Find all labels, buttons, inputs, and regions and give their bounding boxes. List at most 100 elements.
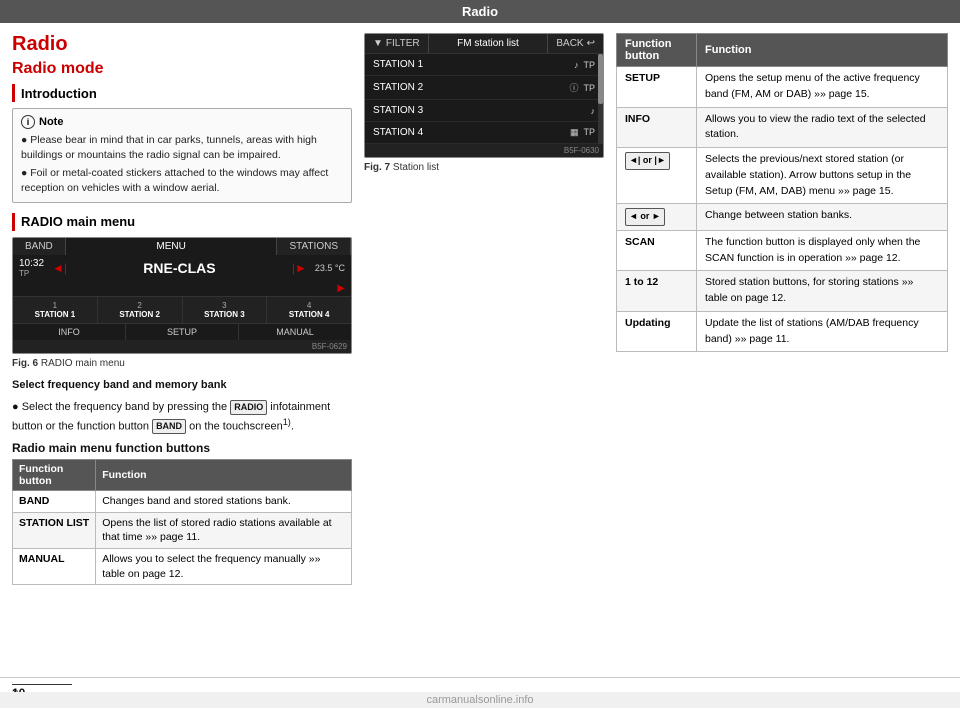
func-btn-band: BAND <box>13 490 96 512</box>
station-btn-4[interactable]: 4 STATION 4 <box>267 297 351 323</box>
func-desc-manual: Allows you to select the frequency manua… <box>96 548 352 584</box>
menu-tab[interactable]: MENU <box>66 238 278 255</box>
func-btn-manual: MANUAL <box>13 548 96 584</box>
radio-main-row: 10:32 TP ◄| RNE-CLAS |► 23.5 °C <box>13 255 351 281</box>
scrollbar-thumb[interactable] <box>598 54 603 104</box>
filter-icon: ▼ <box>373 38 383 49</box>
station-btn-3[interactable]: 3 STATION 3 <box>183 297 268 323</box>
image-id-fig7: B5F-0630 <box>365 144 603 157</box>
band-badge: BAND <box>152 419 186 435</box>
radio-ui: BAND MENU STATIONS 10:32 TP ◄| RNE-CLAS … <box>12 237 352 354</box>
table-row: MANUAL Allows you to select the frequenc… <box>13 548 352 584</box>
right-btn-lr: ◄ or ► <box>617 204 697 231</box>
radio-menu-label: RADIO main menu <box>12 213 352 231</box>
sl-title: FM station list <box>429 34 548 53</box>
right-desc-setup: Opens the setup menu of the active frequ… <box>697 67 948 108</box>
radio-right-arrow[interactable]: ▶ <box>337 283 345 294</box>
note-header: i Note <box>21 115 343 129</box>
header-bar: Radio <box>0 0 960 23</box>
right-btn-info: INFO <box>617 107 697 148</box>
intro-label: Introduction <box>12 84 352 102</box>
radio-top-bar: BAND MENU STATIONS <box>13 238 351 255</box>
station-btn-1[interactable]: 1 STATION 1 <box>13 297 98 323</box>
info-button[interactable]: INFO <box>13 324 126 340</box>
right-desc-updating: Update the list of stations (AM/DAB freq… <box>697 311 948 352</box>
station-name-1: STATION 1 <box>373 59 574 70</box>
station-icons-2: ⓘ TP <box>569 81 595 94</box>
table-row: ◄| or |► Selects the previous/next store… <box>617 148 948 204</box>
filter-label: FILTER <box>386 38 420 49</box>
lr-arrow-sym: ◄ or ► <box>625 208 665 226</box>
info-icon: i <box>21 115 35 129</box>
radio-temp: 23.5 °C <box>315 263 345 273</box>
list-item[interactable]: STATION 3 ♪ <box>365 100 603 122</box>
radio-station-display: RNE-CLAS <box>75 260 284 276</box>
section-title: Radio mode <box>12 60 352 78</box>
select-freq-title: Select frequency band and memory bank <box>12 377 352 394</box>
page-title: Radio <box>12 33 352 56</box>
right-btn-prev-next: ◄| or |► <box>617 148 697 204</box>
prev-next-arrow-sym: ◄| or |► <box>625 152 670 170</box>
func-btn-station-list: STATION LIST <box>13 512 96 548</box>
sl-filter[interactable]: ▼ FILTER <box>365 34 429 53</box>
table-row: BAND Changes band and stored stations ba… <box>13 490 352 512</box>
setup-button[interactable]: SETUP <box>126 324 239 340</box>
stations-tab[interactable]: STATIONS <box>277 238 351 255</box>
right-btn-setup: SETUP <box>617 67 697 108</box>
scrollbar[interactable] <box>598 54 603 144</box>
note-text: ● Please bear in mind that in car parks,… <box>21 133 343 196</box>
station-btn-2[interactable]: 2 STATION 2 <box>98 297 183 323</box>
station-icons-1: ♪ TP <box>574 60 595 70</box>
radio-bottom-bar: INFO SETUP MANUAL <box>13 323 351 340</box>
table-row: INFO Allows you to view the radio text o… <box>617 107 948 148</box>
table-row: 1 to 12 Stored station buttons, for stor… <box>617 271 948 312</box>
func-btn-title: Radio main menu function buttons <box>12 441 352 455</box>
list-item[interactable]: STATION 4 ▦ TP <box>365 122 603 144</box>
right-func-table: Function button Function SETUP Opens the… <box>616 33 948 352</box>
func-desc-band: Changes band and stored stations bank. <box>96 490 352 512</box>
fig6-caption: Fig. 6 RADIO main menu <box>12 358 352 369</box>
station-icons-4: ▦ TP <box>570 127 595 138</box>
right-btn-scan: SCAN <box>617 230 697 271</box>
func-desc-station-list: Opens the list of stored radio stations … <box>96 512 352 548</box>
manual-button[interactable]: MANUAL <box>239 324 351 340</box>
station-list-ui: ▼ FILTER FM station list BACK ↩ STATION … <box>364 33 604 158</box>
radio-next-button[interactable]: |► <box>288 261 311 275</box>
func-table-left-header-func: Function <box>96 459 352 490</box>
band-tab[interactable]: BAND <box>13 238 66 255</box>
table-row: SETUP Opens the setup menu of the active… <box>617 67 948 108</box>
right-btn-updating: Updating <box>617 311 697 352</box>
table-row: SCAN The function button is displayed on… <box>617 230 948 271</box>
list-item[interactable]: STATION 2 ⓘ TP <box>365 76 603 100</box>
footnote-line <box>12 684 72 685</box>
right-desc-1to12: Stored station buttons, for storing stat… <box>697 271 948 312</box>
table-row: Updating Update the list of stations (AM… <box>617 311 948 352</box>
radio-time: 10:32 TP <box>19 258 44 278</box>
sl-items-wrapper: STATION 1 ♪ TP STATION 2 ⓘ TP STATION 3 … <box>365 54 603 144</box>
table-row: STATION LIST Opens the list of stored ra… <box>13 512 352 548</box>
sl-back[interactable]: BACK ↩ <box>547 34 603 53</box>
header-title: Radio <box>462 4 498 19</box>
right-header-func: Function <box>697 34 948 67</box>
right-desc-lr: Change between station banks. <box>697 204 948 231</box>
right-desc-scan: The function button is displayed only wh… <box>697 230 948 271</box>
right-header-btn: Function button <box>617 34 697 67</box>
back-icon: ↩ <box>587 38 595 49</box>
right-desc-info: Allows you to view the radio text of the… <box>697 107 948 148</box>
right-desc-prev-next: Selects the previous/next stored station… <box>697 148 948 204</box>
station-name-4: STATION 4 <box>373 127 570 138</box>
list-item[interactable]: STATION 1 ♪ TP <box>365 54 603 76</box>
radio-arrow-row: ▶ <box>13 281 351 296</box>
radio-prev-button[interactable]: ◄| <box>48 261 71 275</box>
right-btn-1to12: 1 to 12 <box>617 271 697 312</box>
note-box: i Note ● Please bear in mind that in car… <box>12 108 352 203</box>
func-table-left-header-btn: Function button <box>13 459 96 490</box>
func-table-left: Function button Function BAND Changes ba… <box>12 459 352 585</box>
back-label: BACK <box>556 38 583 49</box>
radio-stations-row: 1 STATION 1 2 STATION 2 3 STATION 3 4 ST… <box>13 296 351 323</box>
table-row: ◄ or ► Change between station banks. <box>617 204 948 231</box>
select-freq-body: ● Select the frequency band by pressing … <box>12 399 352 435</box>
fig7-caption: Fig. 7 Station list <box>364 162 604 173</box>
image-id-fig6: B5F-0629 <box>13 340 351 353</box>
station-name-2: STATION 2 <box>373 82 569 93</box>
